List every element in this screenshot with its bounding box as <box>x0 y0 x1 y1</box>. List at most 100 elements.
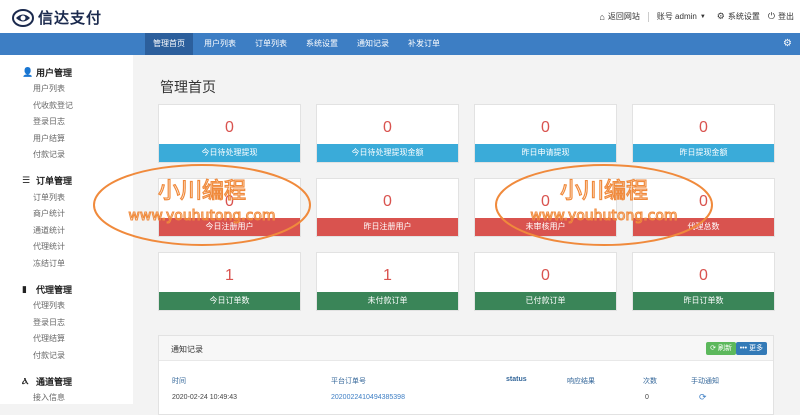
back-site-link[interactable]: ⌂ 返回网站 <box>599 11 639 22</box>
power-icon: ⏻ <box>767 11 775 21</box>
column-header-order-no: 平台订单号 <box>331 378 366 385</box>
main-content: 管理首页 0 今日待处理提现 0 今日待处理提现金额 0 昨日申请提现 0 昨日… <box>133 55 800 415</box>
column-header-response: 响应结果 <box>567 378 595 385</box>
gear-icon[interactable]: ⚙ <box>783 38 792 49</box>
stat-label[interactable]: 已付款订单 <box>475 292 616 310</box>
stat-value: 0 <box>225 193 234 210</box>
notify-panel: 通知记录 ⟳ 刷新 ••• 更多 时间 平台订单号 status 响应结果 次数… <box>158 335 774 415</box>
cell-count: 0 <box>645 394 649 401</box>
manual-notify-icon[interactable]: ⟳ <box>699 392 707 403</box>
stat-label[interactable]: 今日待处理提现金额 <box>317 144 458 162</box>
sidebar-group-agents: ▮ 代理管理 代理列表 登录日志 代理结算 付款记录 <box>0 282 133 364</box>
nav-item-orders[interactable]: 订单列表 <box>247 33 295 55</box>
column-header-manual-notify: 手动通知 <box>691 378 719 385</box>
stat-label[interactable]: 昨日订单数 <box>633 292 774 310</box>
nav-item-settings[interactable]: 系统设置 <box>298 33 346 55</box>
sidebar-item-payment-records[interactable]: 付款记录 <box>22 147 133 164</box>
nav-item-notify[interactable]: 通知记录 <box>349 33 397 55</box>
stat-value: 0 <box>541 267 550 284</box>
gear-icon: ⚙ <box>716 11 725 21</box>
stat-label[interactable]: 今日待处理提现 <box>159 144 300 162</box>
sidebar-item-agent-payment-records[interactable]: 付款记录 <box>22 348 133 365</box>
stat-value: 0 <box>225 119 234 136</box>
refresh-icon: ⟳ <box>710 345 717 352</box>
top-bar: 信达支付 ⌂ 返回网站 账号 admin ▼ ⚙ 系统设置 ⏻ 登出 <box>0 0 800 33</box>
account-dropdown[interactable]: 账号 admin ▼ <box>657 11 709 22</box>
stat-value: 1 <box>383 267 392 284</box>
cell-order-no[interactable]: 2020022410494385398 <box>331 394 405 401</box>
stat-label[interactable]: 未审核用户 <box>475 218 616 236</box>
settings-link[interactable]: ⚙ 系统设置 <box>717 11 760 22</box>
sidebar-item-login-log[interactable]: 登录日志 <box>22 114 133 131</box>
sidebar-item-frozen-orders[interactable]: 冻结订单 <box>22 256 133 273</box>
more-button[interactable]: ••• 更多 <box>735 342 767 355</box>
stat-card: 0 今日待处理提现金额 <box>316 104 459 163</box>
stat-label[interactable]: 昨日注册用户 <box>317 218 458 236</box>
logo-text: 信达支付 <box>38 10 103 27</box>
logo[interactable]: 信达支付 <box>12 7 102 28</box>
stat-label[interactable]: 昨日申请提现 <box>475 144 616 162</box>
panel-header: 通知记录 ⟳ 刷新 ••• 更多 <box>159 336 773 361</box>
stat-card: 1 未付款订单 <box>316 252 459 311</box>
sidebar-group-title: 订单管理 <box>36 176 73 186</box>
stat-value: 0 <box>699 119 708 136</box>
stat-card: 0 已付款订单 <box>474 252 617 311</box>
panel-title: 通知记录 <box>171 345 203 354</box>
sidebar-group-title: 代理管理 <box>36 284 73 295</box>
stat-card: 0 今日待处理提现 <box>158 104 301 163</box>
sidebar-group-channels: Ⲁ 通道管理 接入信息 <box>0 374 133 407</box>
stat-card: 0 昨日订单数 <box>632 252 775 311</box>
stat-value: 0 <box>383 193 392 210</box>
stat-label[interactable]: 昨日提现金额 <box>633 144 774 162</box>
sidebar-item-agent-settlement[interactable]: 代理结算 <box>22 331 133 348</box>
refresh-button[interactable]: ⟳ 刷新 <box>706 342 736 355</box>
column-header-time: 时间 <box>172 378 186 385</box>
stat-label[interactable]: 未付款订单 <box>317 292 458 310</box>
column-header-status: status <box>506 376 527 383</box>
sidebar-item-agent-list[interactable]: 代理列表 <box>22 298 133 315</box>
sidebar-item-user-settlement[interactable]: 用户结算 <box>22 131 133 148</box>
stat-label[interactable]: 今日订单数 <box>159 292 300 310</box>
page-title: 管理首页 <box>160 79 216 95</box>
sidebar-item-user-list[interactable]: 用户列表 <box>22 81 133 98</box>
dots-icon: ••• <box>739 345 748 352</box>
sidebar: 👤 用户管理 用户列表 代收款登记 登录日志 用户结算 付款记录 ☰ 订单管理 … <box>0 55 133 404</box>
stat-card: 0 未审核用户 <box>474 178 617 237</box>
nav-item-reissue[interactable]: 补发订单 <box>400 33 448 55</box>
sidebar-item-order-list[interactable]: 订单列表 <box>22 190 133 207</box>
column-header-count: 次数 <box>643 378 657 385</box>
road-icon: Ⲁ <box>22 375 29 386</box>
logout-link[interactable]: ⏻ 登出 <box>768 11 794 22</box>
stat-label[interactable]: 今日注册用户 <box>159 218 300 236</box>
file-icon: ▮ <box>22 283 27 294</box>
nav-item-users[interactable]: 用户列表 <box>196 33 244 55</box>
stat-card: 0 昨日提现金额 <box>632 104 775 163</box>
home-icon: ⌂ <box>599 11 605 22</box>
stat-card: 0 今日注册用户 <box>158 178 301 237</box>
sidebar-group-title: 用户管理 <box>36 67 73 78</box>
stat-value: 0 <box>541 119 550 136</box>
nav-item-home[interactable]: 管理首页 <box>145 33 193 55</box>
caret-down-icon: ▼ <box>699 13 706 20</box>
sidebar-item-access-info[interactable]: 接入信息 <box>22 390 133 407</box>
stat-value: 1 <box>225 267 234 284</box>
sidebar-item-agent-login-log[interactable]: 登录日志 <box>22 315 133 332</box>
main-nav: 管理首页 用户列表 订单列表 系统设置 通知记录 补发订单 ⚙ <box>0 33 800 55</box>
stat-value: 0 <box>699 267 708 284</box>
stat-card: 0 昨日申请提现 <box>474 104 617 163</box>
stat-label[interactable]: 代理总数 <box>633 218 774 236</box>
stat-card: 1 今日订单数 <box>158 252 301 311</box>
sidebar-group-title: 通道管理 <box>36 376 73 387</box>
sidebar-item-agent-stats[interactable]: 代理统计 <box>22 239 133 256</box>
stat-card: 0 代理总数 <box>632 178 775 237</box>
stat-value: 0 <box>383 119 392 136</box>
cell-time: 2020-02-24 10:49:43 <box>172 394 237 401</box>
logo-icon <box>12 8 34 27</box>
stat-value: 0 <box>699 193 708 210</box>
divider <box>647 11 649 22</box>
sidebar-item-channel-stats[interactable]: 通道统计 <box>22 223 133 240</box>
sidebar-item-collection-register[interactable]: 代收款登记 <box>22 98 133 115</box>
user-icon: 👤 <box>22 66 34 77</box>
sidebar-item-merchant-stats[interactable]: 商户统计 <box>22 206 133 223</box>
stat-card: 0 昨日注册用户 <box>316 178 459 237</box>
